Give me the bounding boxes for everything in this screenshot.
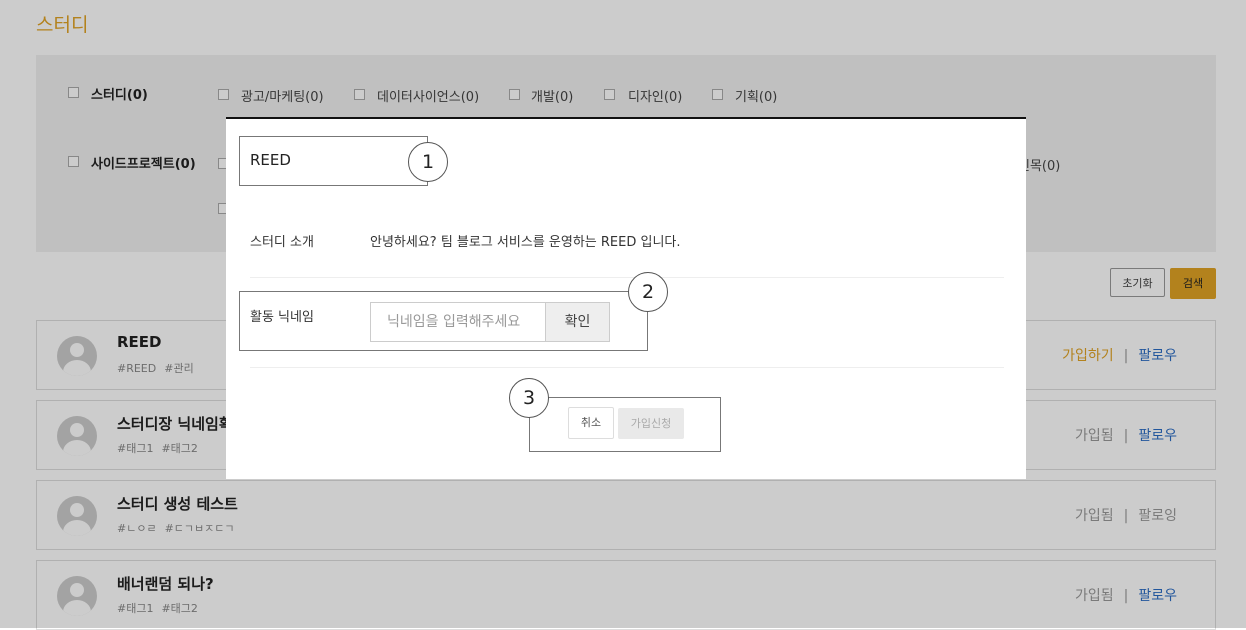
apply-button[interactable]: 가입신청 — [618, 408, 684, 439]
marker-2: 2 — [628, 272, 668, 312]
marker-1: 1 — [408, 142, 448, 182]
study-name-box: REED — [239, 136, 428, 186]
confirm-nickname-button[interactable]: 확인 — [545, 302, 610, 342]
modal-study-name: REED — [250, 151, 291, 169]
marker-3: 3 — [509, 378, 549, 418]
divider — [250, 277, 1004, 278]
nickname-input[interactable] — [370, 302, 546, 342]
join-study-modal: REED 1 스터디 소개 안녕하세요? 팀 블로그 서비스를 운영하는 REE… — [226, 117, 1026, 479]
cancel-button[interactable]: 취소 — [568, 407, 614, 439]
divider — [250, 367, 1004, 368]
intro-text: 안녕하세요? 팀 블로그 서비스를 운영하는 REED 입니다. — [370, 235, 681, 250]
nickname-label: 활동 닉네임 — [250, 310, 314, 325]
intro-label: 스터디 소개 — [250, 235, 314, 250]
